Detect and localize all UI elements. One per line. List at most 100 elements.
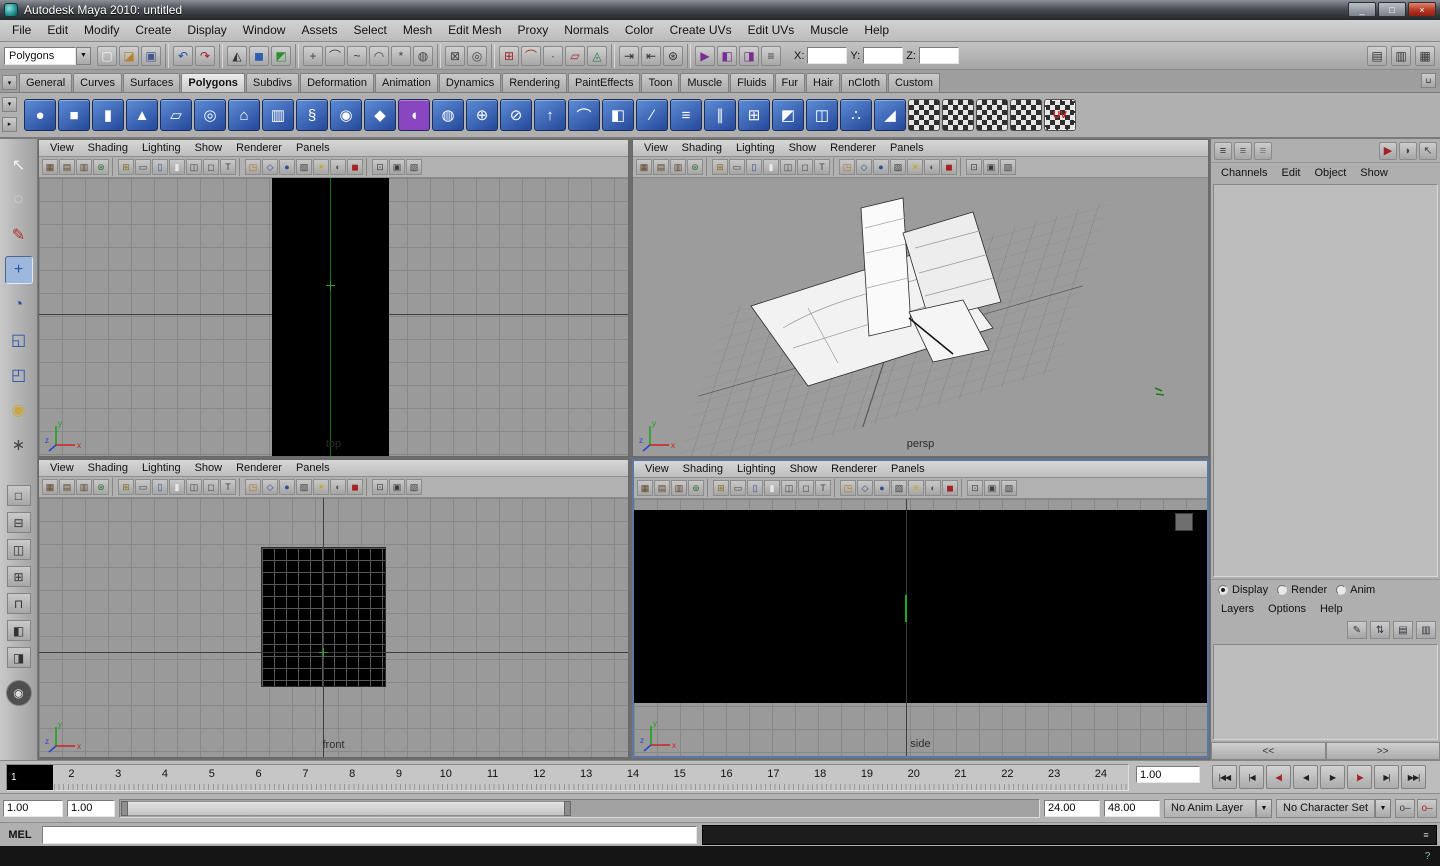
snap-to-grid-icon[interactable]: ⊞ xyxy=(499,45,519,66)
frame-label-7[interactable]: 7 xyxy=(282,765,329,790)
hypershade-layout-icon[interactable]: ◨ xyxy=(6,647,31,668)
layer-radio-render[interactable]: Render xyxy=(1277,584,1327,596)
shelf-tab-general[interactable]: General xyxy=(19,73,73,92)
frame-label-3[interactable]: 3 xyxy=(95,765,142,790)
frame-label-4[interactable]: 4 xyxy=(142,765,189,790)
lights-icon[interactable]: ☀ xyxy=(907,159,923,175)
vp-menu-panels[interactable]: Panels xyxy=(884,463,932,475)
lock-selection-icon[interactable]: ⊠ xyxy=(445,45,465,66)
time-slider-track[interactable]: 2 3 4 5 6 7 8 9 10 11 12 13 14 15 16 17 18 19 20 21 22 23 24 1 xyxy=(6,764,1129,791)
shelf-tab-surfaces[interactable]: Surfaces xyxy=(122,73,181,92)
frame-label-14[interactable]: 14 xyxy=(610,765,657,790)
edit-layer-icon[interactable]: ✎ xyxy=(1347,621,1367,639)
soft-modification-tool-icon[interactable]: ◉ xyxy=(5,396,33,424)
menu-edit[interactable]: Edit xyxy=(39,20,76,41)
frame-label-10[interactable]: 10 xyxy=(422,765,469,790)
frame-label-18[interactable]: 18 xyxy=(797,765,844,790)
use-default-material-icon[interactable]: ◼ xyxy=(941,159,957,175)
frame-label-5[interactable]: 5 xyxy=(188,765,235,790)
frame-label-15[interactable]: 15 xyxy=(656,765,703,790)
channel-box-toggle-icon[interactable]: ▦ xyxy=(1415,45,1435,66)
frame-label-2[interactable]: 2 xyxy=(48,765,95,790)
gate-mask-icon[interactable]: ▮ xyxy=(763,159,779,175)
vp-menu-panels[interactable]: Panels xyxy=(289,462,337,474)
ipr-render-icon[interactable]: ◨ xyxy=(739,45,759,66)
frame-label-12[interactable]: 12 xyxy=(516,765,563,790)
snap-to-view-plane-icon[interactable]: ▱ xyxy=(565,45,585,66)
vp-menu-view[interactable]: View xyxy=(43,462,81,474)
scale-tool-icon[interactable]: ◱ xyxy=(5,326,33,354)
vp-menu-show[interactable]: Show xyxy=(783,463,825,475)
isolate-select-icon[interactable]: ⊡ xyxy=(372,159,388,175)
go-to-start-button[interactable]: |◀◀ xyxy=(1212,765,1237,789)
camera-attributes-icon[interactable]: ▤ xyxy=(59,159,75,175)
poly-soccer-ball-icon[interactable]: ◉ xyxy=(330,99,362,131)
viewport-canvas-front[interactable]: front x y z xyxy=(39,498,628,757)
shelf-tab-painteffects[interactable]: PaintEffects xyxy=(567,73,641,92)
vp-menu-renderer[interactable]: Renderer xyxy=(824,463,884,475)
wireframe-icon[interactable]: ◇ xyxy=(856,159,872,175)
poly-torus-icon[interactable]: ◎ xyxy=(194,99,226,131)
output-connections-icon[interactable]: ⇤ xyxy=(641,45,661,66)
bookmarks-icon[interactable]: ▥ xyxy=(76,159,92,175)
frame-label-17[interactable]: 17 xyxy=(750,765,797,790)
texture-borders-icon[interactable]: ▣ xyxy=(983,159,999,175)
layer-radio-anim[interactable]: Anim xyxy=(1336,584,1375,596)
xray-icon[interactable]: ▧ xyxy=(406,479,422,495)
poly-platonic-icon[interactable]: ◆ xyxy=(364,99,396,131)
layer-menu-options[interactable]: Options xyxy=(1261,603,1313,615)
resolution-gate-icon[interactable]: ▯ xyxy=(152,479,168,495)
four-panes-layout-icon[interactable]: ⊞ xyxy=(6,566,31,587)
paint-selection-tool-icon[interactable]: ✎ xyxy=(5,221,33,249)
vp-menu-renderer[interactable]: Renderer xyxy=(823,142,883,154)
shelf-tab-custom[interactable]: Custom xyxy=(887,73,940,92)
range-slider-range[interactable] xyxy=(121,800,572,816)
frame-all-icon[interactable]: ◳ xyxy=(245,159,261,175)
bookmarks-icon[interactable]: ▥ xyxy=(670,159,686,175)
rotate-tool-icon[interactable]: ◔ xyxy=(5,291,33,319)
slide-left-button[interactable]: << xyxy=(1211,742,1326,760)
frame-all-icon[interactable]: ◳ xyxy=(245,479,261,495)
frame-label-23[interactable]: 23 xyxy=(1031,765,1078,790)
vp-menu-lighting[interactable]: Lighting xyxy=(135,142,188,154)
anim-layer-value[interactable]: No Anim Layer xyxy=(1164,798,1257,818)
xray-icon[interactable]: ▧ xyxy=(1000,159,1016,175)
chevron-down-icon[interactable]: ▼ xyxy=(1256,798,1273,818)
image-plane-handle[interactable] xyxy=(1175,513,1193,531)
channel-menu-show[interactable]: Show xyxy=(1353,167,1395,179)
safe-title-icon[interactable]: T xyxy=(220,159,236,175)
menu-set-selector[interactable]: Polygons ▼ xyxy=(4,46,91,65)
new-empty-layer-icon[interactable]: ▤ xyxy=(1393,621,1413,639)
mask-surfaces-icon[interactable]: ◠ xyxy=(369,45,389,66)
menu-help[interactable]: Help xyxy=(856,20,897,41)
shelf-tab-fluids[interactable]: Fluids xyxy=(730,73,774,92)
textured-icon[interactable]: ▨ xyxy=(890,159,906,175)
frame-all-icon[interactable]: ◳ xyxy=(839,159,855,175)
current-time-field[interactable] xyxy=(1136,766,1200,783)
camera-attributes-icon[interactable]: ▤ xyxy=(653,159,669,175)
use-default-material-icon[interactable]: ◼ xyxy=(942,480,958,496)
lights-icon[interactable]: ☀ xyxy=(313,159,329,175)
safe-action-icon[interactable]: ◻ xyxy=(797,159,813,175)
current-frame-marker[interactable]: 1 xyxy=(7,765,53,790)
select-hierarchy-icon[interactable]: ◭ xyxy=(227,45,247,66)
select-camera-icon[interactable]: ▦ xyxy=(637,480,653,496)
chevron-down-icon[interactable]: ▼ xyxy=(1375,798,1391,818)
bookmarks-icon[interactable]: ▥ xyxy=(76,479,92,495)
smooth-shade-icon[interactable]: ● xyxy=(279,479,295,495)
redo-icon[interactable]: ↷ xyxy=(195,45,215,66)
animation-end-field[interactable] xyxy=(1104,799,1161,817)
append-polygon-icon[interactable]: ◧ xyxy=(602,99,634,131)
vp-menu-panels[interactable]: Panels xyxy=(289,142,337,154)
bevel-icon[interactable]: ◩ xyxy=(772,99,804,131)
isolate-select-icon[interactable]: ⊡ xyxy=(372,479,388,495)
slide-right-button[interactable]: >> xyxy=(1325,742,1440,760)
frame-label-11[interactable]: 11 xyxy=(469,765,516,790)
channel-speed-icon[interactable]: ▶ xyxy=(1379,141,1397,160)
poly-cube-icon[interactable]: ■ xyxy=(58,99,90,131)
new-layer-from-selection-icon[interactable]: ▥ xyxy=(1416,621,1436,639)
vp-menu-shading[interactable]: Shading xyxy=(675,142,729,154)
set-key-icon[interactable]: o– xyxy=(1395,798,1415,818)
menu-edit-mesh[interactable]: Edit Mesh xyxy=(440,20,509,41)
mask-joints-icon[interactable]: ⌒ xyxy=(325,45,345,66)
